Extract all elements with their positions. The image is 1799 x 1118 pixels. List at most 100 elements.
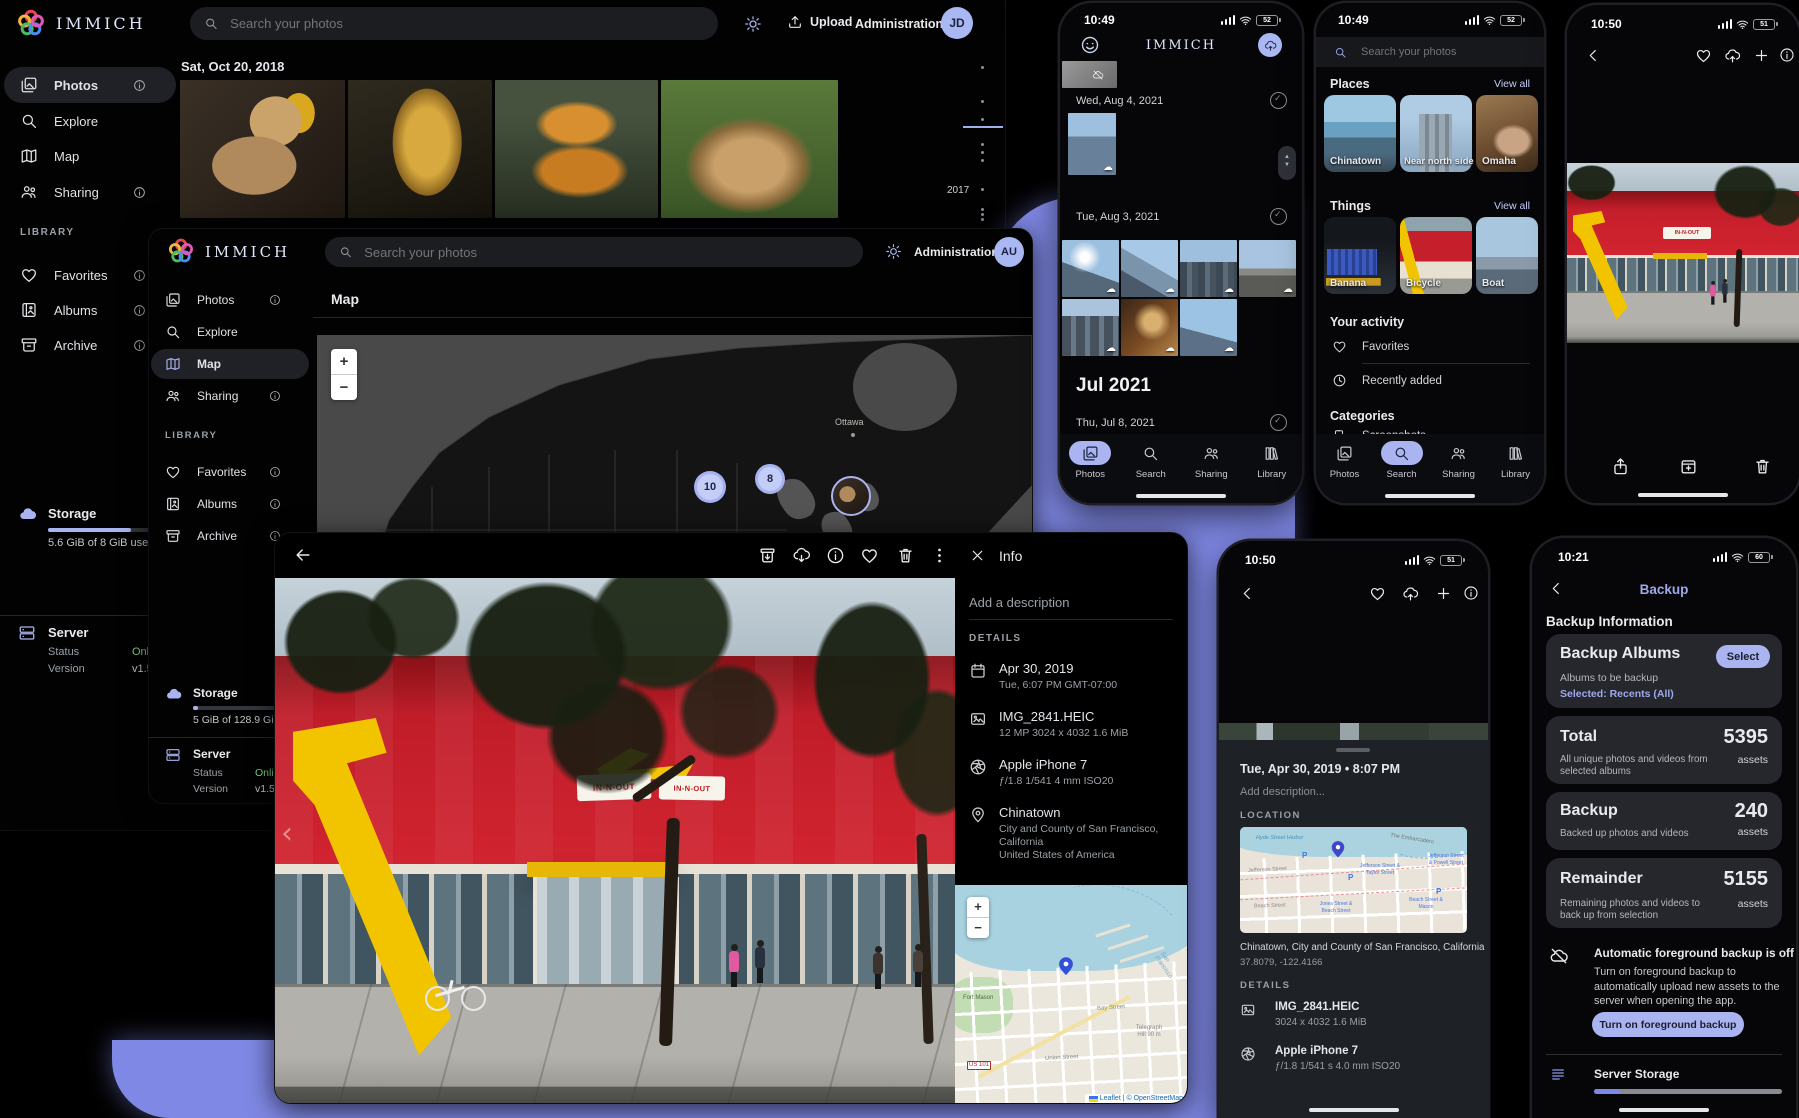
photo-thumbnail[interactable]: ☁ (1062, 299, 1119, 356)
photo-thumbnail[interactable]: ☁ (1239, 240, 1296, 297)
add-icon[interactable] (1753, 47, 1770, 64)
avatar[interactable]: JD (941, 7, 973, 39)
map-photo-marker[interactable] (831, 476, 871, 516)
view-all-link[interactable]: View all (1494, 200, 1530, 212)
sidebar-item-favorites[interactable]: Favorites (151, 457, 309, 487)
favorite-icon[interactable] (860, 546, 879, 565)
location-minimap[interactable]: Fort Mason US 101 Bay Street Union Stree… (955, 885, 1187, 1103)
info-badge-icon[interactable] (133, 269, 146, 282)
sidebar-item-map[interactable]: Map (4, 138, 176, 174)
photo-thumbnail[interactable]: ☁ (1180, 299, 1237, 356)
sidebar-item-map[interactable]: Map (151, 349, 309, 379)
delete-icon[interactable] (1753, 457, 1772, 476)
photo-viewer[interactable]: IN-N-OUT (1567, 163, 1799, 343)
search-bar[interactable] (325, 237, 863, 267)
administration-button[interactable]: Administration (914, 245, 999, 259)
photo-thumbnail[interactable] (348, 80, 492, 218)
back-chevron-icon[interactable] (1239, 585, 1256, 602)
nav-item-search[interactable]: Search (1376, 441, 1428, 480)
photo-thumbnail[interactable] (495, 80, 658, 218)
search-bar[interactable] (190, 7, 718, 40)
photo-sliver[interactable] (1219, 723, 1488, 740)
description-field[interactable]: Add a description (969, 595, 1069, 610)
close-icon[interactable] (969, 547, 986, 564)
photo-thumbnail[interactable] (661, 80, 838, 218)
scroll-handle[interactable]: ▲▼ (1278, 146, 1296, 180)
search-input[interactable] (1359, 45, 1513, 59)
nav-item-sharing[interactable]: Sharing (1185, 441, 1237, 480)
administration-button[interactable]: Administration (855, 17, 943, 31)
sidebar-item-sharing[interactable]: Sharing (4, 174, 176, 210)
zoom-in-button[interactable]: + (967, 897, 989, 918)
thing-card[interactable]: Bicycle (1400, 217, 1472, 294)
zoom-out-button[interactable]: − (967, 918, 989, 938)
select-day-checkbox[interactable] (1270, 92, 1287, 109)
info-badge-icon[interactable] (269, 498, 281, 510)
view-all-link[interactable]: View all (1494, 78, 1530, 90)
select-day-checkbox[interactable] (1270, 208, 1287, 225)
info-badge-icon[interactable] (133, 339, 146, 352)
info-icon[interactable] (826, 546, 845, 565)
theme-toggle-icon[interactable] (885, 243, 902, 260)
zoom-in-button[interactable]: + (331, 349, 357, 375)
info-badge-icon[interactable] (133, 186, 146, 199)
info-icon[interactable] (1463, 585, 1479, 601)
thing-card[interactable]: Boat (1476, 217, 1538, 294)
description-field[interactable]: Add description... (1240, 786, 1325, 798)
nav-item-library[interactable]: Library (1246, 441, 1298, 480)
sidebar-item-explore[interactable]: Explore (4, 103, 176, 139)
photo-thumbnail[interactable]: ☁ (1062, 240, 1119, 297)
nav-item-photos[interactable]: Photos (1319, 441, 1371, 480)
nav-item-search[interactable]: Search (1125, 441, 1177, 480)
foreground-backup-button[interactable]: Turn on foreground backup (1592, 1012, 1744, 1037)
search-input[interactable] (228, 15, 704, 32)
back-icon[interactable] (293, 545, 313, 565)
map-cluster[interactable]: 10 (694, 471, 726, 503)
photo-thumbnail-partial[interactable] (1062, 61, 1117, 88)
select-button[interactable]: Select (1716, 645, 1770, 668)
share-icon[interactable] (1611, 457, 1630, 476)
theme-toggle-icon[interactable] (744, 15, 762, 33)
place-card[interactable]: Omaha (1476, 95, 1538, 172)
map-zoom-control[interactable]: + − (331, 349, 357, 400)
sidebar-item-albums[interactable]: Albums (151, 489, 309, 519)
place-card[interactable]: Near north side (1400, 95, 1472, 172)
scrubber-marker[interactable] (963, 126, 1003, 128)
delete-icon[interactable] (896, 546, 915, 565)
location-map[interactable]: Hyde Street Harbor The Embarcadero Jeffe… (1240, 827, 1467, 933)
photo-thumbnail[interactable] (180, 80, 345, 218)
avatar[interactable]: AU (994, 237, 1024, 267)
archive-add-icon[interactable] (1679, 457, 1698, 476)
more-icon[interactable] (930, 546, 949, 565)
sidebar-item-sharing[interactable]: Sharing (151, 381, 309, 411)
nav-item-photos[interactable]: Photos (1064, 441, 1116, 480)
sidebar-item-photos[interactable]: Photos (151, 285, 309, 315)
info-icon[interactable] (1779, 47, 1795, 63)
cloud-upload-icon[interactable] (1724, 47, 1741, 64)
place-card[interactable]: Chinatown (1324, 95, 1396, 172)
photo-thumbnail[interactable]: ☁ (1180, 240, 1237, 297)
info-badge-icon[interactable] (133, 79, 146, 92)
download-cloud-icon[interactable] (792, 546, 811, 565)
archive-icon[interactable] (758, 546, 777, 565)
activity-row-favorites[interactable]: Favorites (1362, 341, 1409, 353)
activity-row-recent[interactable]: Recently added (1362, 375, 1442, 387)
photo-thumbnail[interactable]: ☁ (1121, 299, 1178, 356)
thing-card[interactable]: Banana (1324, 217, 1396, 294)
search-input[interactable] (362, 244, 849, 261)
upload-avatar[interactable] (1258, 33, 1282, 57)
zoom-out-button[interactable]: − (331, 375, 357, 400)
prev-photo-chevron[interactable]: ‹ (281, 816, 293, 851)
map-cluster[interactable]: 8 (755, 464, 785, 494)
info-badge-icon[interactable] (133, 304, 146, 317)
favorite-icon[interactable] (1695, 47, 1712, 64)
select-day-checkbox[interactable] (1270, 414, 1287, 431)
add-icon[interactable] (1435, 585, 1452, 602)
favorite-icon[interactable] (1369, 585, 1386, 602)
search-bar[interactable] (1316, 37, 1544, 67)
nav-item-library[interactable]: Library (1490, 441, 1542, 480)
back-chevron-icon[interactable] (1585, 47, 1602, 64)
minimap-zoom-control[interactable]: + − (967, 897, 989, 938)
sidebar-item-explore[interactable]: Explore (151, 317, 309, 347)
photo-viewer[interactable]: IN-N-OUT IN-N-OUT ‹ (275, 578, 955, 1103)
